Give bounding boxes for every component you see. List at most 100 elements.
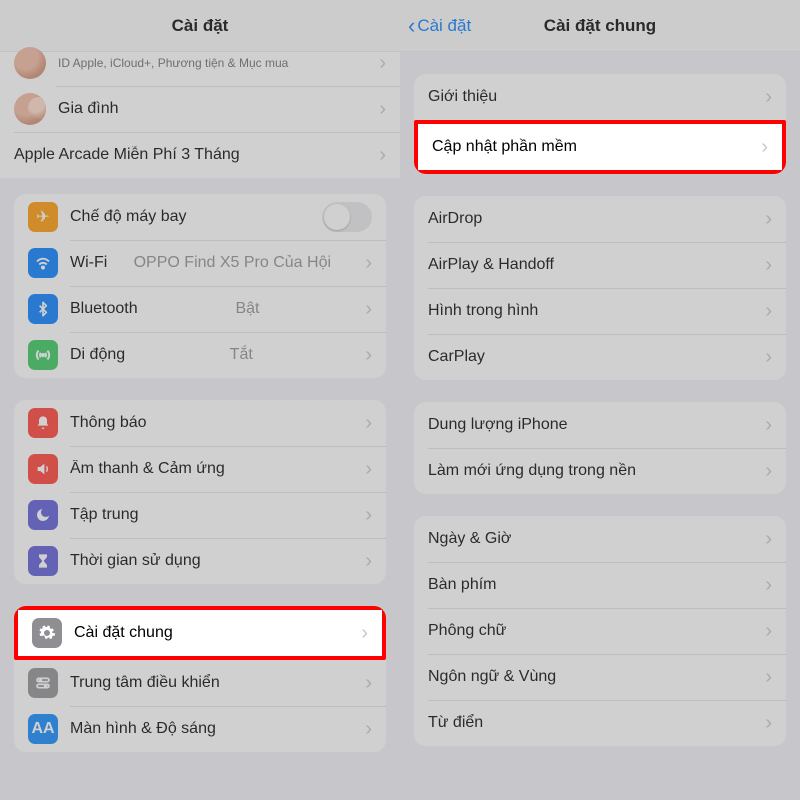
airdrop-row[interactable]: AirDrop ›: [414, 196, 786, 242]
dictionary-label: Từ điển: [428, 714, 483, 732]
fonts-label: Phông chữ: [428, 622, 506, 640]
language-label: Ngôn ngữ & Vùng: [428, 668, 556, 686]
about-row[interactable]: Giới thiệu ›: [414, 74, 786, 120]
storage-row[interactable]: Dung lượng iPhone ›: [414, 402, 786, 448]
date-time-label: Ngày & Giờ: [428, 530, 511, 548]
back-label: Cài đặt: [417, 16, 471, 36]
chevron-right-icon: ›: [757, 620, 772, 643]
wifi-detail: OPPO Find X5 Pro Của Hội: [134, 254, 331, 272]
chevron-right-icon: ›: [757, 460, 772, 483]
chevron-right-icon: ›: [357, 718, 372, 741]
cellular-row[interactable]: Di động Tắt ›: [14, 332, 386, 378]
moon-icon: [28, 500, 58, 530]
wifi-label: Wi-Fi: [70, 254, 107, 272]
family-row[interactable]: Gia đình ›: [0, 86, 400, 132]
bluetooth-detail: Bật: [235, 300, 259, 318]
airdrop-label: AirDrop: [428, 210, 482, 228]
settings-pane: Cài đặt ID Apple, iCloud+, Phương tiện &…: [0, 0, 400, 800]
back-button[interactable]: ‹ Cài đặt: [408, 0, 471, 51]
wifi-row[interactable]: Wi-Fi OPPO Find X5 Pro Của Hội ›: [14, 240, 386, 286]
background-refresh-row[interactable]: Làm mới ứng dụng trong nền ›: [414, 448, 786, 494]
chevron-right-icon: ›: [357, 672, 372, 695]
chevron-right-icon: ›: [757, 666, 772, 689]
chevron-right-icon: ›: [757, 414, 772, 437]
bluetooth-row[interactable]: Bluetooth Bật ›: [14, 286, 386, 332]
switches-icon: [28, 668, 58, 698]
chevron-right-icon: ›: [357, 252, 372, 275]
background-refresh-label: Làm mới ứng dụng trong nền: [428, 462, 636, 480]
focus-row[interactable]: Tập trung ›: [14, 492, 386, 538]
general-row[interactable]: Cài đặt chung ›: [18, 610, 382, 656]
chevron-right-icon: ›: [757, 712, 772, 735]
hourglass-icon: [28, 546, 58, 576]
software-update-label: Cập nhật phần mềm: [432, 138, 577, 156]
sounds-row[interactable]: Âm thanh & Cảm ứng ›: [14, 446, 386, 492]
airplane-toggle[interactable]: [322, 202, 372, 232]
page-title: Cài đặt: [172, 16, 229, 36]
keyboard-label: Bàn phím: [428, 576, 496, 594]
storage-label: Dung lượng iPhone: [428, 416, 568, 434]
general-pane: ‹ Cài đặt Cài đặt chung Giới thiệu › Cập…: [400, 0, 800, 800]
bluetooth-label: Bluetooth: [70, 300, 138, 318]
control-center-label: Trung tâm điều khiển: [70, 674, 220, 692]
arcade-promo-row[interactable]: Apple Arcade Miễn Phí 3 Tháng ›: [0, 132, 400, 178]
dictionary-row[interactable]: Từ điển ›: [414, 700, 786, 746]
chevron-right-icon: ›: [357, 344, 372, 367]
gear-icon: [32, 618, 62, 648]
about-label: Giới thiệu: [428, 88, 497, 106]
pip-label: Hình trong hình: [428, 302, 538, 320]
notifications-label: Thông báo: [70, 414, 147, 432]
date-time-row[interactable]: Ngày & Giờ ›: [414, 516, 786, 562]
chevron-right-icon: ›: [357, 412, 372, 435]
chevron-right-icon: ›: [371, 144, 386, 167]
wifi-icon: [28, 248, 58, 278]
display-label: Màn hình & Độ sáng: [70, 720, 216, 738]
avatar-icon: [14, 47, 46, 79]
chevron-right-icon: ›: [757, 346, 772, 369]
airplay-label: AirPlay & Handoff: [428, 256, 554, 274]
screentime-row[interactable]: Thời gian sử dụng ›: [14, 538, 386, 584]
apple-id-row[interactable]: ID Apple, iCloud+, Phương tiện & Mục mua…: [0, 40, 400, 86]
family-label: Gia đình: [58, 100, 118, 118]
chevron-right-icon: ›: [357, 458, 372, 481]
carplay-label: CarPlay: [428, 348, 485, 366]
chevron-right-icon: ›: [371, 52, 386, 75]
fonts-row[interactable]: Phông chữ ›: [414, 608, 786, 654]
control-center-row[interactable]: Trung tâm điều khiển ›: [14, 660, 386, 706]
chevron-right-icon: ›: [357, 550, 372, 573]
page-title: Cài đặt chung: [544, 16, 656, 36]
chevron-right-icon: ›: [357, 504, 372, 527]
chevron-right-icon: ›: [757, 86, 772, 109]
chevron-right-icon: ›: [753, 136, 768, 159]
software-update-row[interactable]: Cập nhật phần mềm ›: [418, 124, 782, 170]
airplane-mode-row[interactable]: ✈ Chế độ máy bay: [14, 194, 386, 240]
cellular-icon: [28, 340, 58, 370]
chevron-right-icon: ›: [371, 98, 386, 121]
chevron-right-icon: ›: [757, 300, 772, 323]
airplane-icon: ✈: [28, 202, 58, 232]
chevron-right-icon: ›: [757, 254, 772, 277]
airplay-row[interactable]: AirPlay & Handoff ›: [414, 242, 786, 288]
pip-row[interactable]: Hình trong hình ›: [414, 288, 786, 334]
chevron-right-icon: ›: [757, 208, 772, 231]
chevron-right-icon: ›: [757, 574, 772, 597]
text-size-icon: AA: [28, 714, 58, 744]
chevron-right-icon: ›: [357, 298, 372, 321]
speaker-icon: [28, 454, 58, 484]
language-row[interactable]: Ngôn ngữ & Vùng ›: [414, 654, 786, 700]
bell-icon: [28, 408, 58, 438]
cellular-detail: Tắt: [230, 346, 253, 364]
chevron-right-icon: ›: [757, 528, 772, 551]
chevron-right-icon: ›: [353, 622, 368, 645]
apple-id-subtitle: ID Apple, iCloud+, Phương tiện & Mục mua: [58, 56, 288, 70]
cellular-label: Di động: [70, 346, 125, 364]
bluetooth-icon: [28, 294, 58, 324]
focus-label: Tập trung: [70, 506, 138, 524]
display-row[interactable]: AA Màn hình & Độ sáng ›: [14, 706, 386, 752]
carplay-row[interactable]: CarPlay ›: [414, 334, 786, 380]
keyboard-row[interactable]: Bàn phím ›: [414, 562, 786, 608]
screentime-label: Thời gian sử dụng: [70, 552, 201, 570]
general-label: Cài đặt chung: [74, 624, 173, 642]
airplane-label: Chế độ máy bay: [70, 208, 187, 226]
notifications-row[interactable]: Thông báo ›: [14, 400, 386, 446]
